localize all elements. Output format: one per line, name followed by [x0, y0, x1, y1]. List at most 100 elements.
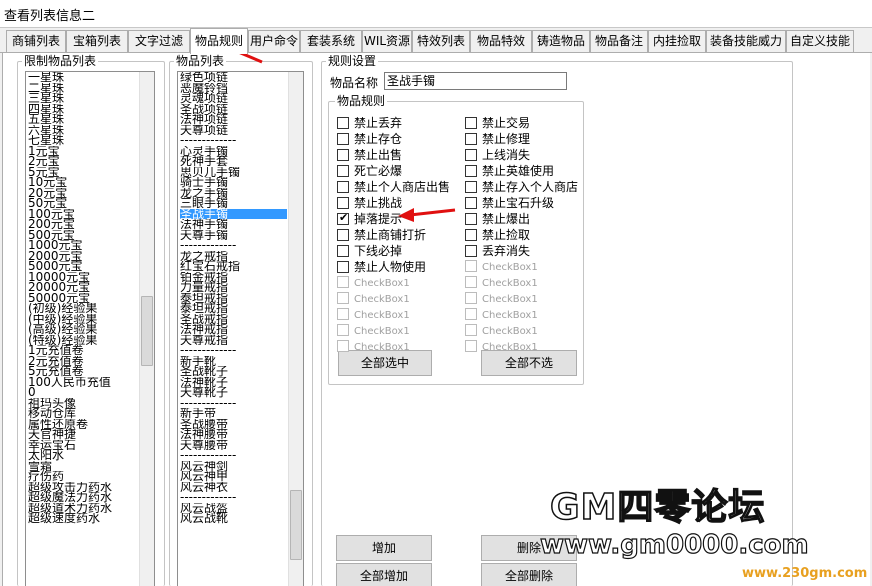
restricted-list-item[interactable]: 200元宝 — [28, 219, 138, 230]
checkbox-box[interactable] — [465, 117, 477, 129]
checkbox-box[interactable] — [337, 292, 349, 304]
tab-1[interactable]: 宝箱列表 — [66, 30, 128, 52]
item-list-entry[interactable]: 铂金戒指 — [180, 272, 287, 283]
rule-checkbox[interactable]: 禁止出售 — [337, 148, 402, 162]
add-button[interactable]: 增加 — [336, 535, 432, 561]
item-list-entry[interactable]: 恶魔铃铛 — [180, 83, 287, 94]
item-list-entry[interactable]: 天尊靴子 — [180, 387, 287, 398]
checkbox-box[interactable] — [337, 340, 349, 352]
item-list-entry[interactable]: 风云战盔 — [180, 503, 287, 514]
item-list-entry[interactable]: 天尊戒指 — [180, 335, 287, 346]
restricted-list-item[interactable]: 500元宝 — [28, 230, 138, 241]
checkbox-box[interactable] — [337, 197, 349, 209]
checkbox-box[interactable] — [337, 133, 349, 145]
rule-checkbox[interactable]: 禁止商铺打折 — [337, 228, 426, 242]
restricted-list-item[interactable]: (高级)经验果 — [28, 324, 138, 335]
item-list-entry[interactable]: 龙之戒指 — [180, 251, 287, 262]
checkbox-box[interactable] — [465, 260, 477, 272]
restricted-list-item[interactable]: 疗伤药 — [28, 471, 138, 482]
item-list-entry[interactable]: 天尊手镯 — [180, 230, 287, 241]
rule-checkbox[interactable]: 禁止交易 — [465, 116, 530, 130]
restricted-list-item[interactable]: 20元宝 — [28, 188, 138, 199]
item-list-entry[interactable]: 法神戒指 — [180, 324, 287, 335]
restricted-list-item[interactable]: 1000元宝 — [28, 240, 138, 251]
item-list-entry[interactable]: 红宝石戒指 — [180, 261, 287, 272]
restricted-list-item[interactable]: 超级魔法力药水 — [28, 492, 138, 503]
restricted-list-item[interactable]: 10元宝 — [28, 177, 138, 188]
rule-checkbox[interactable]: 禁止挑战 — [337, 196, 402, 210]
checkbox-box[interactable] — [465, 292, 477, 304]
tab-2[interactable]: 文字过滤 — [128, 30, 190, 52]
tab-3[interactable]: 物品规则 — [190, 28, 248, 54]
checkbox-box[interactable] — [465, 165, 477, 177]
checkbox-box[interactable] — [465, 324, 477, 336]
rule-checkbox[interactable]: 丢弃消失 — [465, 244, 530, 258]
item-list-entry[interactable]: 思贝儿手镯 — [180, 167, 287, 178]
restricted-list-item[interactable]: 5元宝 — [28, 167, 138, 178]
item-list-entry[interactable]: 法神手镯 — [180, 219, 287, 230]
checkbox-box[interactable] — [465, 276, 477, 288]
checkbox-box[interactable] — [337, 276, 349, 288]
checkbox-box[interactable] — [337, 165, 349, 177]
restricted-scrollbar[interactable] — [139, 72, 154, 586]
tab-0[interactable]: 商铺列表 — [6, 30, 66, 52]
restricted-list-item[interactable]: (中级)经验果 — [28, 314, 138, 325]
tab-6[interactable]: WIL资源 — [362, 30, 412, 52]
scroll-thumb[interactable] — [290, 490, 302, 560]
item-list-entry[interactable]: 新手靴 — [180, 356, 287, 367]
rule-checkbox[interactable]: 死亡必爆 — [337, 164, 402, 178]
rule-checkbox[interactable]: ✔ 掉落提示 — [337, 211, 402, 226]
restricted-list-item[interactable]: 100元宝 — [28, 209, 138, 220]
item-list-entry[interactable]: 灵魂项链 — [180, 93, 287, 104]
item-list-entry[interactable]: 天尊腰带 — [180, 440, 287, 451]
item-list-entry[interactable]: 圣战手镯 — [180, 208, 287, 219]
restricted-items-list[interactable]: 一星珠 二星珠 三星珠 四星珠 五星珠 六星珠 七星珠 1元宝 2元宝 5元宝 10元宝 20元宝 50… — [25, 71, 155, 586]
item-list-entry[interactable]: 天尊项链 — [180, 125, 287, 136]
checkbox-box[interactable] — [337, 181, 349, 193]
restricted-list-item[interactable]: 六星珠 — [28, 125, 138, 136]
item-list-entry[interactable]: 泰坦戒指 — [180, 293, 287, 304]
tab-13[interactable]: 自定义技能 — [786, 30, 854, 52]
item-list-entry[interactable]: 龙之手镯 — [180, 188, 287, 199]
checkbox-box[interactable] — [465, 133, 477, 145]
restricted-list-item[interactable]: 10000元宝 — [28, 272, 138, 283]
restricted-list-item[interactable]: 雪霜 — [28, 461, 138, 472]
item-list-entry[interactable]: 力量戒指 — [180, 282, 287, 293]
checkbox-box[interactable] — [337, 229, 349, 241]
tab-11[interactable]: 内挂捡取 — [648, 30, 706, 52]
item-list-entry[interactable]: 心灵手镯 — [180, 146, 287, 157]
tab-5[interactable]: 套装系统 — [300, 30, 362, 52]
restricted-list-item[interactable]: 属性还原卷 — [28, 419, 138, 430]
item-list-entry[interactable]: 风云神衣 — [180, 482, 287, 493]
checkbox-box[interactable] — [337, 324, 349, 336]
restricted-list-item[interactable]: 四星珠 — [28, 104, 138, 115]
restricted-list-item[interactable]: 移动仓库 — [28, 408, 138, 419]
rule-checkbox[interactable]: 禁止人物使用 — [337, 260, 426, 274]
scroll-thumb[interactable] — [141, 296, 153, 366]
item-list-entry[interactable]: 绿色项链 — [180, 72, 287, 83]
rule-checkbox[interactable]: 禁止捡取 — [465, 228, 530, 242]
checkbox-box[interactable]: ✔ — [337, 211, 349, 225]
rule-checkbox[interactable]: 禁止存仓 — [337, 132, 402, 146]
item-list[interactable]: 绿色项链 恶魔铃铛 灵魂项链 圣战项链 法神项链 天尊项链 ------------- 心灵手… — [177, 71, 304, 586]
checkbox-box[interactable] — [337, 261, 349, 273]
tab-9[interactable]: 铸造物品 — [532, 30, 590, 52]
restricted-list-item[interactable]: 2元充值卷 — [28, 356, 138, 367]
restricted-list-item[interactable]: 一星珠 — [28, 72, 138, 83]
rule-checkbox[interactable]: 禁止丢弃 — [337, 116, 402, 130]
checkbox-box[interactable] — [465, 149, 477, 161]
restricted-list-item[interactable]: 5元充值卷 — [28, 366, 138, 377]
checkbox-box[interactable] — [465, 245, 477, 257]
item-list-entry[interactable]: 圣战戒指 — [180, 314, 287, 325]
restricted-list-item[interactable]: 20000元宝 — [28, 282, 138, 293]
item-list-entry[interactable]: 法神项链 — [180, 114, 287, 125]
restricted-list-item[interactable]: 超级速度药水 — [28, 513, 138, 524]
restricted-list-item[interactable]: 祖玛头像 — [28, 398, 138, 409]
restricted-list-item[interactable]: (特级)经验果 — [28, 335, 138, 346]
checkbox-box[interactable] — [465, 229, 477, 241]
restricted-list-item[interactable]: 1元宝 — [28, 146, 138, 157]
tab-7[interactable]: 特效列表 — [412, 30, 470, 52]
item-list-entry[interactable]: 圣战项链 — [180, 104, 287, 115]
rule-checkbox[interactable]: 上线消失 — [465, 148, 530, 162]
checkbox-box[interactable] — [465, 308, 477, 320]
